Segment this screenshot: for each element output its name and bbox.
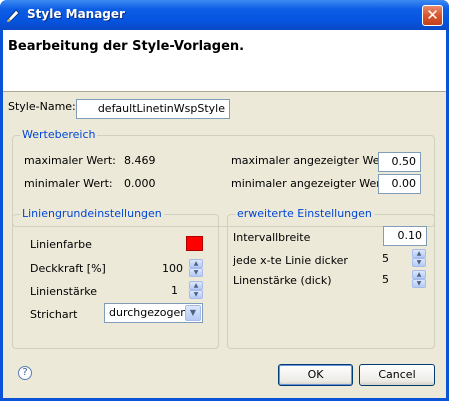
style-manager-icon [7,9,20,22]
max-shown-input[interactable]: 0.50 [378,152,421,172]
line-width-spinner[interactable]: ▲ ▼ [189,281,203,299]
opacity-label: Deckkraft [%] [30,262,106,275]
spin-up-icon[interactable]: ▲ [412,270,426,279]
thick-width-label: Linenstärke (dick) [233,274,332,287]
close-icon: ✕ [426,6,439,24]
min-shown-input[interactable]: 0.00 [378,174,421,194]
every-nth-label: jede x-te Linie dicker [233,254,348,267]
opacity-value[interactable]: 100 [151,262,183,275]
spin-down-icon[interactable]: ▼ [189,268,203,277]
help-icon[interactable]: ? [18,366,32,380]
style-name-input[interactable]: defaultLinetinWspStyle [76,99,230,119]
erweitert-title: erweiterte Einstellungen [235,207,374,220]
style-name-label: Style-Name: [8,100,76,113]
line-color-swatch[interactable] [186,236,203,251]
liniengrund-group: Liniengrundeinstellungen [12,207,219,349]
interval-input[interactable]: 0.10 [383,226,427,246]
min-shown-label: minimaler angezeigter Wert: [231,177,389,190]
dash-style-value: durchgezogen [109,306,188,319]
spin-down-icon[interactable]: ▼ [412,279,426,288]
opacity-spinner[interactable]: ▲ ▼ [189,259,203,277]
liniengrund-title: Liniengrundeinstellungen [20,207,164,220]
spin-up-icon[interactable]: ▲ [189,259,203,268]
min-value: 0.000 [124,177,156,190]
every-nth-value[interactable]: 5 [373,252,389,265]
spin-down-icon[interactable]: ▼ [412,258,426,267]
ok-button[interactable]: OK [278,364,353,386]
spin-down-icon[interactable]: ▼ [189,290,203,299]
thick-width-value[interactable]: 5 [373,273,389,286]
spin-up-icon[interactable]: ▲ [189,281,203,290]
cancel-button[interactable]: Cancel [359,364,435,386]
line-width-value[interactable]: 1 [151,284,178,297]
title-bar[interactable]: Style Manager ✕ [0,0,449,30]
max-shown-label: maximaler angezeigter Wert: [231,154,393,167]
max-value-label: maximaler Wert: [24,154,116,167]
style-manager-window: Style Manager ✕ Bearbeitung der Style-Vo… [0,0,449,401]
dash-style-label: Strichart [30,308,78,321]
dialog-banner: Bearbeitung der Style-Vorlagen. [3,30,446,92]
every-nth-spinner[interactable]: ▲ ▼ [412,249,426,267]
window-title: Style Manager [27,7,125,21]
max-value: 8.469 [124,154,156,167]
line-width-label: Linienstärke [30,285,98,298]
line-color-label: Linienfarbe [30,238,92,251]
wertebereich-title: Wertebereich [20,128,98,141]
dash-style-select[interactable]: durchgezogen ▼ [104,303,203,323]
min-value-label: minimaler Wert: [24,177,113,190]
interval-label: Intervallbreite [233,231,311,244]
close-button[interactable]: ✕ [422,5,443,26]
spin-up-icon[interactable]: ▲ [412,249,426,258]
chevron-down-icon[interactable]: ▼ [185,305,201,321]
thick-width-spinner[interactable]: ▲ ▼ [412,270,426,288]
dialog-heading: Bearbeitung der Style-Vorlagen. [8,39,245,54]
dialog-client-area: Bearbeitung der Style-Vorlagen. Style-Na… [3,30,446,398]
